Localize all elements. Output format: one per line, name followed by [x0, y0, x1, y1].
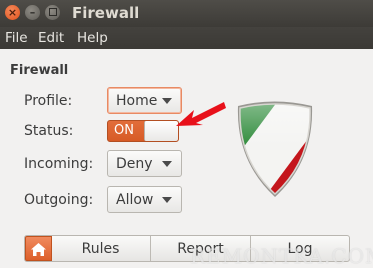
maximize-button[interactable] — [45, 5, 60, 20]
profile-select[interactable]: Home — [107, 87, 182, 114]
status-label: Status: — [24, 123, 74, 139]
status-switch[interactable]: ON — [107, 120, 179, 142]
incoming-value: Deny — [116, 156, 153, 172]
chevron-down-icon — [162, 197, 172, 203]
chevron-down-icon — [162, 161, 172, 167]
profile-label: Profile: — [24, 93, 73, 109]
outgoing-label: Outgoing: — [24, 192, 94, 208]
watermark: REMONTKA.COM — [190, 244, 373, 268]
status-on-text: ON — [114, 123, 134, 138]
menu-file[interactable]: File — [5, 30, 28, 46]
outgoing-select[interactable]: Allow — [107, 186, 182, 213]
annotation-arrow-icon — [176, 102, 226, 126]
menu-bar: File Edit Help — [0, 27, 373, 49]
menu-edit[interactable]: Edit — [38, 30, 64, 46]
close-icon: × — [7, 6, 18, 19]
section-title: Firewall — [10, 63, 69, 78]
chevron-down-icon — [162, 98, 172, 104]
maximize-icon — [48, 8, 57, 16]
tab-rules[interactable]: Rules — [51, 236, 150, 261]
minimize-icon: – — [29, 6, 36, 19]
window-title: Firewall — [72, 4, 140, 22]
outgoing-value: Allow — [116, 192, 154, 208]
tab-home[interactable] — [25, 236, 52, 261]
shield-icon — [237, 101, 313, 197]
minimize-button[interactable]: – — [25, 5, 40, 20]
incoming-label: Incoming: — [24, 156, 94, 172]
profile-value: Home — [116, 93, 158, 109]
close-button[interactable]: × — [5, 5, 20, 20]
title-bar: × – Firewall — [0, 0, 373, 27]
home-icon — [31, 243, 46, 256]
menu-help[interactable]: Help — [77, 30, 108, 46]
incoming-select[interactable]: Deny — [107, 150, 182, 177]
tab-rules-label: Rules — [81, 241, 120, 257]
